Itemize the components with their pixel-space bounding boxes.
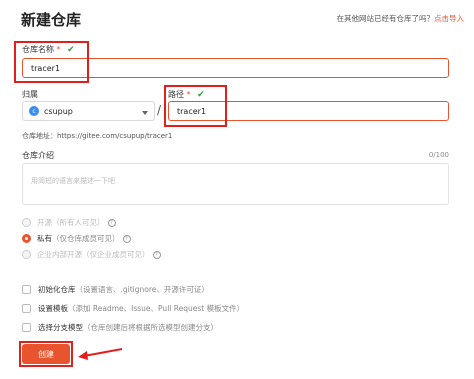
owner-value: csupup — [44, 106, 73, 116]
description-textarea[interactable]: 用简短的语言来描述一下吧 — [22, 163, 449, 205]
option-template[interactable]: 设置模板 （添加 Readme、Issue、Pull Request 模板文件） — [22, 303, 244, 314]
description-counter: 0/100 — [428, 151, 449, 159]
repo-address: 仓库地址：https://gitee.com/csupup/tracer1 — [22, 132, 173, 140]
page-title: 新建仓库 — [21, 11, 82, 29]
info-icon[interactable]: ? — [107, 218, 116, 227]
import-hint: 在其他网站已经有仓库了吗？点击导入 — [337, 13, 465, 24]
option-init-repo[interactable]: 初始化仓库 （设置语言、.gitignore、开源许可证） — [22, 284, 209, 295]
checkbox-init-repo[interactable] — [22, 285, 31, 294]
annotation-arrow-icon — [78, 348, 123, 360]
visibility-option-enterprise[interactable]: 企业内部开源 （仅企业成员可见） ? — [22, 249, 161, 260]
path-separator: / — [157, 103, 162, 117]
annotation-box-path — [164, 85, 227, 127]
owner-select[interactable]: c csupup — [22, 101, 155, 121]
checkbox-template[interactable] — [22, 304, 31, 313]
annotation-box-create — [19, 341, 73, 367]
description-label: 仓库介绍 — [22, 151, 54, 160]
info-icon[interactable]: ? — [122, 234, 131, 243]
caret-down-icon — [142, 111, 148, 115]
radio-public[interactable] — [22, 218, 31, 227]
owner-label: 归属 — [22, 90, 38, 99]
checkbox-branch-model[interactable] — [22, 323, 31, 332]
info-icon[interactable]: ? — [152, 250, 161, 259]
avatar: c — [29, 106, 39, 116]
import-hint-text: 在其他网站已经有仓库了吗？ — [336, 14, 435, 23]
visibility-option-public[interactable]: 开源 （所有人可见） ? — [22, 217, 116, 228]
import-link[interactable]: 点击导入 — [434, 14, 464, 23]
radio-enterprise[interactable] — [22, 250, 31, 259]
description-placeholder: 用简短的语言来描述一下吧 — [31, 177, 115, 185]
visibility-option-private[interactable]: 私有 （仅仓库成员可见） ? — [22, 233, 131, 244]
annotation-box-repo-name — [14, 41, 89, 83]
option-branch-model[interactable]: 选择分支模型 （仓库创建后将根据所选模型创建分支） — [22, 322, 218, 333]
radio-private[interactable] — [22, 234, 31, 243]
